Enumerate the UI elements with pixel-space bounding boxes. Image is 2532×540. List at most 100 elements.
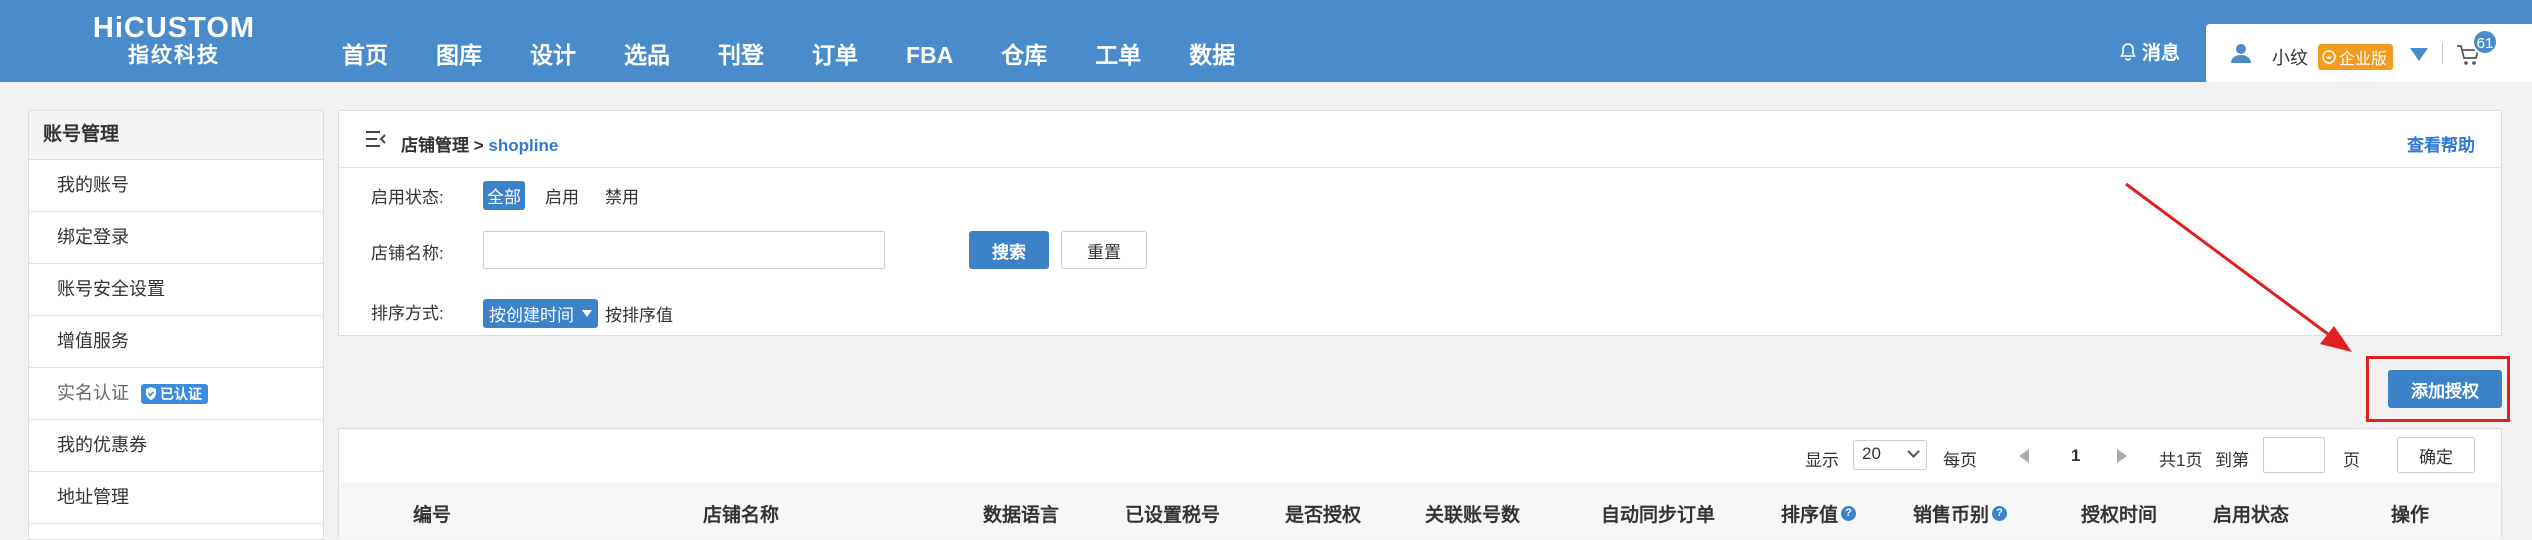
store-name-input[interactable] [483,231,885,269]
goto-label: 到第 [2215,451,2249,470]
column-header-label: 排序值 [1781,505,1839,526]
brand-logo[interactable]: HiCUSTOM 指纹科技 [78,12,270,68]
bell-icon [2120,42,2136,61]
messages-link[interactable]: 消息 [2120,38,2180,65]
chevron-down-icon [1907,445,1920,458]
store-table: 显示 20 每页 1 共1页 到第 页 确定 编号 店铺名称 数据语言 已设置税… [338,428,2502,539]
column-header-status: 启用状态 [2213,505,2290,526]
status-option-disabled[interactable]: 禁用 [601,181,643,210]
prev-page-icon[interactable] [2019,449,2029,463]
sidebar-item-label: 地址管理 [57,487,129,507]
page-size-value: 20 [1862,444,1881,463]
column-header-id: 编号 [413,505,452,526]
edition-label: 企业版 [2339,51,2388,68]
sidebar-item-label: 增值服务 [57,331,129,351]
user-icon [2231,44,2251,63]
breadcrumb-current: shopline [488,136,559,155]
column-header-linked-accounts: 关联账号数 [1425,505,1521,526]
breadcrumb-bar: 店铺管理 > shopline 查看帮助 [339,111,2501,168]
search-button[interactable]: 搜索 [969,231,1049,269]
sidebar-item-value-added[interactable]: 增值服务 [29,316,323,368]
sidebar: 账号管理 我的账号 绑定登录 账号安全设置 增值服务 实名认证 已认证 我的优惠… [28,110,324,540]
status-option-enabled[interactable]: 启用 [541,181,583,210]
nav-item-listing[interactable]: 刊登 [718,0,764,82]
sort-label: 排序方式: [371,304,444,323]
caret-down-icon [582,310,592,317]
total-pages: 共1页 [2159,451,2203,470]
sidebar-item-security[interactable]: 账号安全设置 [29,264,323,316]
sidebar-title: 账号管理 [29,111,323,160]
nav-item-products[interactable]: 选品 [624,0,670,82]
column-header-authorized: 是否授权 [1285,505,1362,526]
sort-select-created[interactable]: 按创建时间 [483,299,598,328]
collapse-menu-icon[interactable] [365,130,387,148]
filter-panel: 店铺管理 > shopline 查看帮助 启用状态: 全部 启用 禁用 店铺名称… [338,110,2502,336]
sidebar-item-my-account[interactable]: 我的账号 [29,160,323,212]
page-unit-label: 页 [2343,451,2360,470]
column-header-data-language: 数据语言 [983,505,1060,526]
breadcrumb-parent[interactable]: 店铺管理 [401,136,469,155]
sidebar-item-label: 实名认证 [57,383,129,403]
help-link[interactable]: 查看帮助 [2407,131,2475,156]
nav-item-tickets[interactable]: 工单 [1095,0,1141,82]
page-size-select[interactable]: 20 [1853,440,1927,470]
column-header-label: 销售币别 [1913,505,1990,526]
breadcrumb: 店铺管理 > shopline [401,131,558,156]
status-filter-label: 启用状态: [371,188,444,207]
sidebar-item-coupons[interactable]: 我的优惠券 [29,420,323,472]
breadcrumb-separator: > [473,136,484,155]
sidebar-item-bind-login[interactable]: 绑定登录 [29,212,323,264]
next-page-icon[interactable] [2117,449,2127,463]
sidebar-item-label: 我的账号 [57,175,129,195]
crown-icon [2322,50,2336,64]
goto-page-input[interactable] [2263,437,2325,473]
edition-badge: 企业版 [2318,44,2394,70]
sidebar-item-label: 绑定登录 [57,227,129,247]
sidebar-item-label: 我的优惠券 [57,435,147,455]
per-page-label: 每页 [1943,451,1977,470]
column-header-sort-value: 排序值 ? [1781,500,1857,527]
chevron-down-icon[interactable] [2410,48,2428,61]
column-header-auto-sync: 自动同步订单 [1601,505,1716,526]
reset-button[interactable]: 重置 [1061,231,1147,269]
top-navbar: HiCUSTOM 指纹科技 首页 图库 设计 选品 刊登 订单 FBA 仓库 工… [0,0,2532,82]
username: 小纹 [2272,48,2308,68]
shield-icon [146,387,156,400]
verified-badge: 已认证 [141,383,208,404]
column-header-auth-time: 授权时间 [2081,505,2158,526]
column-header-actions: 操作 [2391,505,2430,526]
nav-item-orders[interactable]: 订单 [812,0,858,82]
sort-selected-label: 按创建时间 [489,306,574,325]
current-page[interactable]: 1 [2071,446,2080,466]
brand-name: HiCUSTOM [92,12,256,44]
question-icon[interactable]: ? [1992,506,2008,521]
question-icon[interactable]: ? [1841,506,1857,521]
annotation-highlight-box [2366,356,2510,422]
column-header-currency: 销售币别 ? [1913,500,2008,527]
cart-count-badge: 61 [2472,29,2498,55]
nav-item-gallery[interactable]: 图库 [436,0,482,82]
table-header: 编号 店铺名称 数据语言 已设置税号 是否授权 关联账号数 自动同步订单 排序值… [339,483,2501,539]
nav-item-home[interactable]: 首页 [342,0,388,82]
sidebar-item-address[interactable]: 地址管理 [29,472,323,524]
column-header-tax-id: 已设置税号 [1125,505,1221,526]
sidebar-item-verification[interactable]: 实名认证 已认证 [29,368,323,420]
brand-subtitle: 指纹科技 [128,44,220,67]
divider [2442,42,2443,64]
messages-label: 消息 [2142,43,2181,64]
store-name-label: 店铺名称: [371,244,444,263]
nav-item-fba[interactable]: FBA [906,0,953,82]
pagination-bar: 显示 20 每页 1 共1页 到第 页 确定 [339,429,2501,484]
nav-item-design[interactable]: 设计 [530,0,576,82]
sidebar-item-label: 账号安全设置 [57,279,165,299]
nav-item-warehouse[interactable]: 仓库 [1001,0,1047,82]
verified-label: 已认证 [160,385,202,402]
status-option-all[interactable]: 全部 [483,181,525,210]
nav-item-data[interactable]: 数据 [1189,0,1235,82]
user-menu[interactable]: 小纹 企业版 61 [2206,24,2532,82]
main-nav: 首页 图库 设计 选品 刊登 订单 FBA 仓库 工单 数据 [342,0,1283,82]
page-size-label: 显示 [1805,451,1839,470]
goto-confirm-button[interactable]: 确定 [2397,437,2475,473]
sort-option-value[interactable]: 按排序值 [601,299,677,328]
column-header-store-name: 店铺名称 [703,505,780,526]
